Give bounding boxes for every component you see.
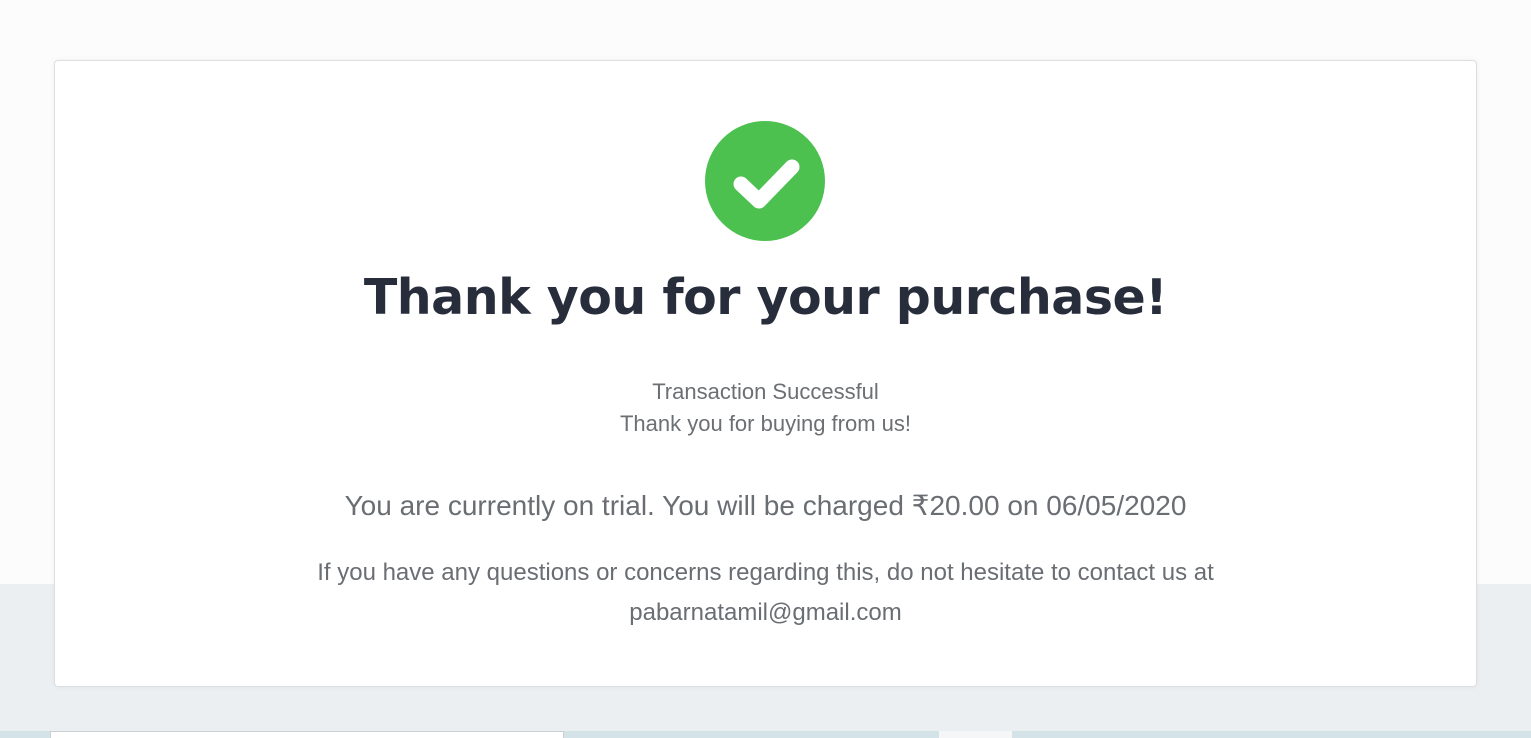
check-circle-icon	[705, 121, 825, 241]
trial-notice: You are currently on trial. You will be …	[344, 490, 1187, 521]
thanks-message: Thank you for buying from us!	[619, 411, 912, 436]
checkmark-icon	[733, 159, 800, 209]
bottom-strip	[564, 731, 939, 738]
bottom-strip	[939, 731, 1012, 738]
contact-message: If you have any questions or concerns re…	[317, 559, 1214, 586]
bottom-strip	[1012, 731, 1531, 738]
bottom-strip-panel	[50, 731, 564, 738]
contact-email: pabarnatamil@gmail.com	[629, 599, 902, 626]
page-title: Thank you for your purchase!	[363, 269, 1168, 326]
confirmation-card: Thank you for your purchase! Transaction…	[54, 60, 1477, 687]
transaction-status: Transaction Successful	[652, 379, 879, 404]
bottom-strip	[0, 731, 50, 738]
